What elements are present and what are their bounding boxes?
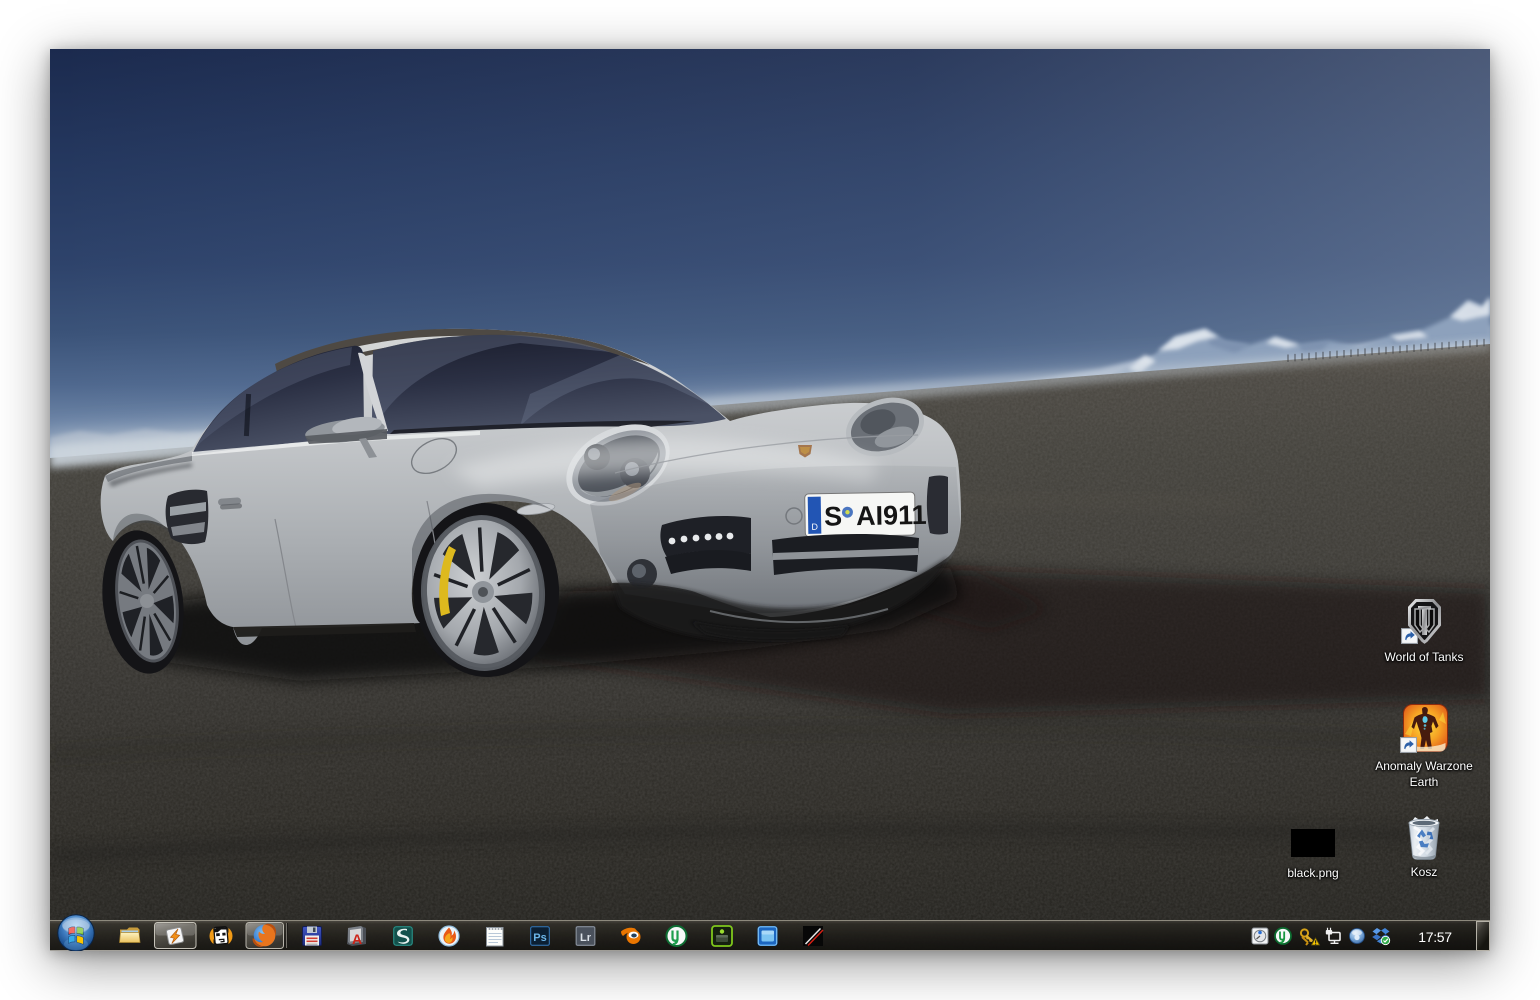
svg-text:D: D [811,522,818,532]
svg-text:AI: AI [856,501,884,531]
svg-text:A: A [352,931,362,947]
svg-text:911: 911 [883,500,927,531]
svg-text:S: S [824,501,843,531]
svg-text:Lr: Lr [580,932,592,944]
svg-text:Ps: Ps [533,932,546,944]
